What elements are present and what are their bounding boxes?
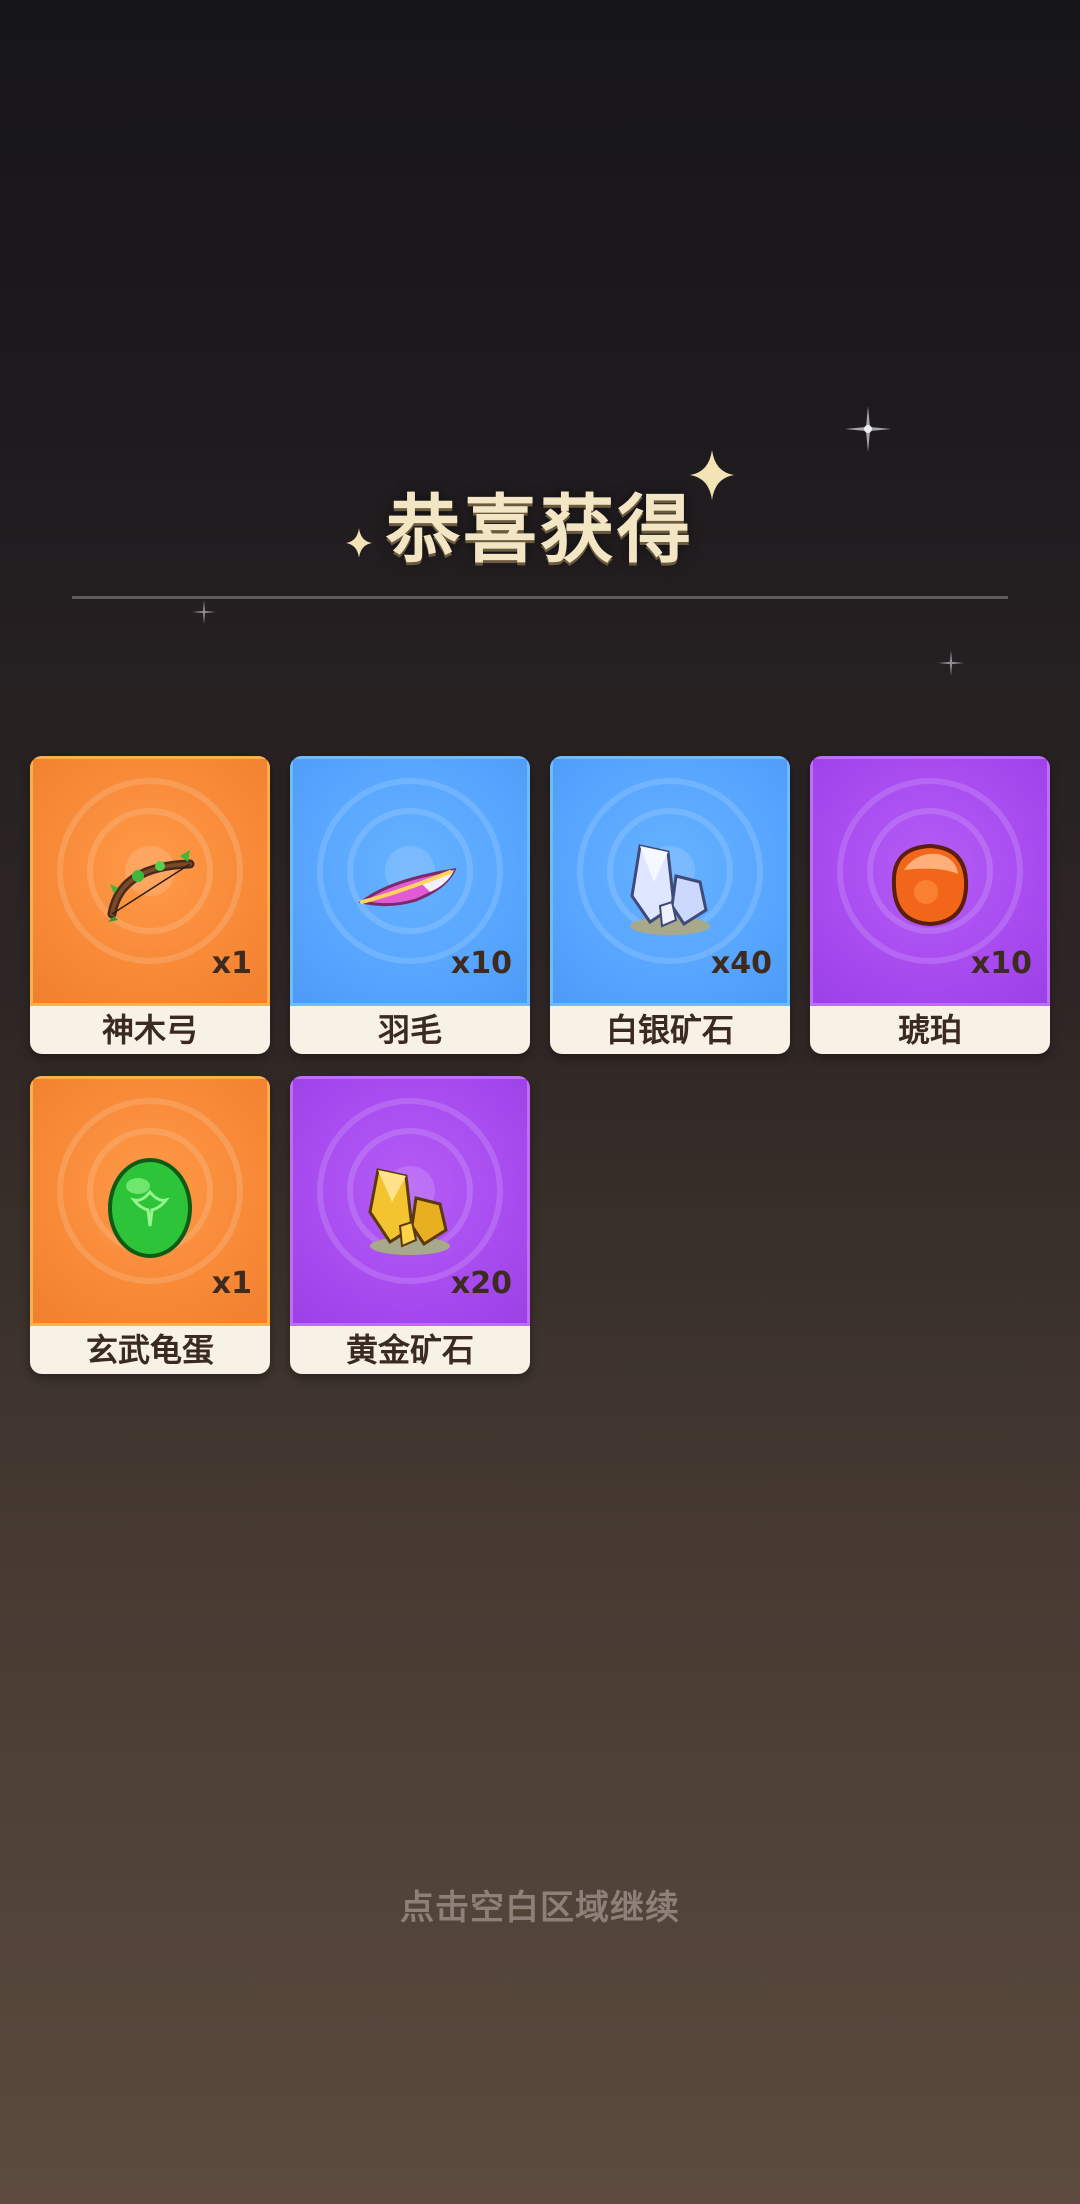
reward-card[interactable]: x40 白银矿石 xyxy=(550,756,790,1054)
reward-name: 白银矿石 xyxy=(550,1006,790,1054)
reward-name: 神木弓 xyxy=(30,1006,270,1054)
reward-card[interactable]: x1 玄武龟蛋 xyxy=(30,1076,270,1374)
reward-card[interactable]: x1 神木弓 xyxy=(30,756,270,1054)
gold-ore-icon xyxy=(368,1168,450,1255)
reward-card[interactable]: x10 琥珀 xyxy=(810,756,1050,1054)
reward-quantity: x1 xyxy=(211,946,252,981)
reward-name: 黄金矿石 xyxy=(290,1326,530,1374)
reward-name: 玄武龟蛋 xyxy=(30,1326,270,1374)
reward-card[interactable]: x20 黄金矿石 xyxy=(290,1076,530,1374)
feather-icon xyxy=(358,868,457,907)
silver-ore-icon xyxy=(630,844,710,935)
wooden-bow-icon xyxy=(107,850,195,922)
reward-name: 羽毛 xyxy=(290,1006,530,1054)
sparkle-icon xyxy=(845,406,891,452)
sparkle-icon xyxy=(938,650,964,676)
continue-hint: 点击空白区域继续 xyxy=(400,1888,680,1928)
reward-card[interactable]: x10 羽毛 xyxy=(290,756,530,1054)
reward-quantity: x20 xyxy=(450,1266,512,1301)
amber-icon xyxy=(891,843,969,927)
reward-title: 恭喜获得 xyxy=(386,487,694,573)
reward-quantity: x1 xyxy=(211,1266,252,1301)
reward-quantity: x10 xyxy=(450,946,512,981)
turtle-egg-icon xyxy=(108,1158,192,1258)
reward-name: 琥珀 xyxy=(810,1006,1050,1054)
reward-quantity: x40 xyxy=(710,946,772,981)
sparkle-icon xyxy=(192,600,216,624)
title-divider xyxy=(72,596,1008,599)
reward-quantity: x10 xyxy=(970,946,1032,981)
